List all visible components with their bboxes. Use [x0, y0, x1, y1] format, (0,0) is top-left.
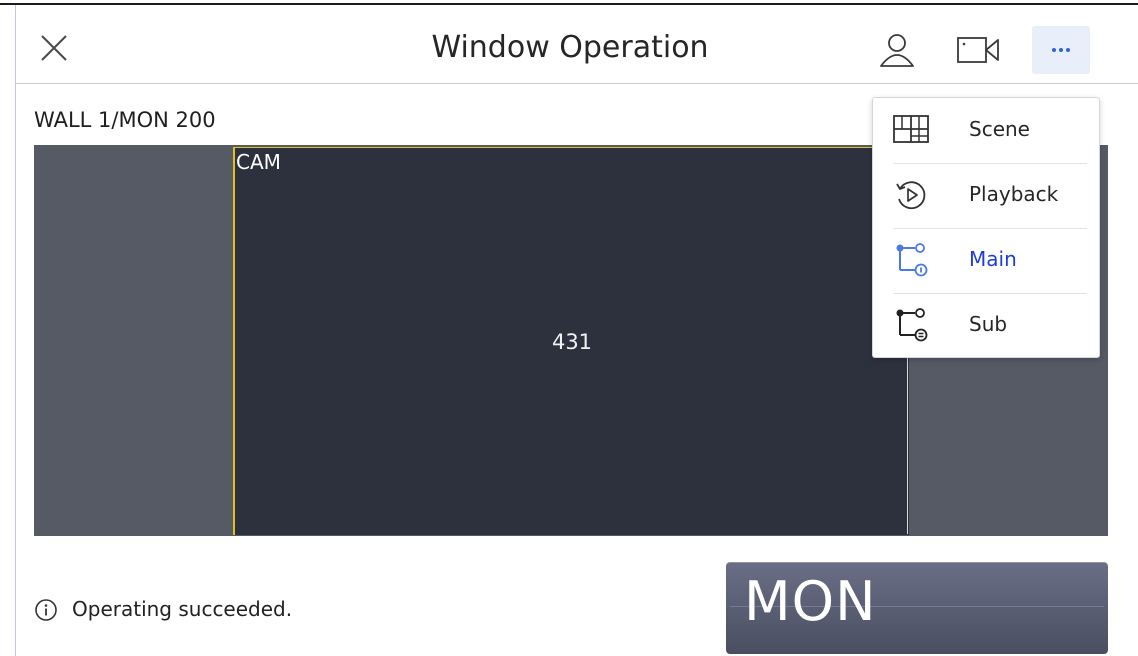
more-options-button[interactable]: [1032, 26, 1090, 74]
playback-icon: [893, 177, 929, 213]
status-text: Operating succeeded.: [72, 597, 293, 621]
tile-number: 431: [551, 330, 593, 354]
breadcrumb: WALL 1/MON 200: [34, 108, 216, 132]
main-stream-icon: [893, 242, 929, 278]
tile-camera-label: CAM: [236, 150, 281, 174]
window-operation-screen: Window Operation WALL 1/MON 200 CAM 431: [0, 0, 1138, 656]
header-divider: [16, 83, 1138, 84]
more-dot-icon: [1059, 48, 1063, 52]
menu-label-playback: Playback: [969, 182, 1059, 206]
menu-label-main: Main: [969, 247, 1017, 271]
left-border: [15, 5, 16, 656]
top-border: [0, 3, 1138, 5]
mon-button[interactable]: MON: [726, 562, 1108, 654]
menu-item-scene[interactable]: Scene: [873, 98, 1099, 162]
user-icon[interactable]: [874, 30, 920, 70]
menu-item-main[interactable]: Main: [873, 228, 1099, 292]
camera-icon[interactable]: [952, 34, 1004, 66]
info-icon: [34, 598, 58, 622]
more-dot-icon: [1066, 48, 1070, 52]
menu-label-sub: Sub: [969, 312, 1008, 336]
page-title: Window Operation: [431, 30, 709, 65]
scene-layout-icon: [893, 112, 929, 148]
menu-item-sub[interactable]: Sub: [873, 293, 1099, 357]
menu-label-scene: Scene: [969, 117, 1030, 141]
close-icon[interactable]: [34, 28, 74, 68]
more-options-menu: Scene Playback Main Sub: [872, 97, 1100, 358]
sub-stream-icon: [893, 307, 929, 343]
more-dot-icon: [1052, 48, 1056, 52]
mon-button-label: MON: [744, 570, 877, 633]
menu-item-playback[interactable]: Playback: [873, 163, 1099, 227]
